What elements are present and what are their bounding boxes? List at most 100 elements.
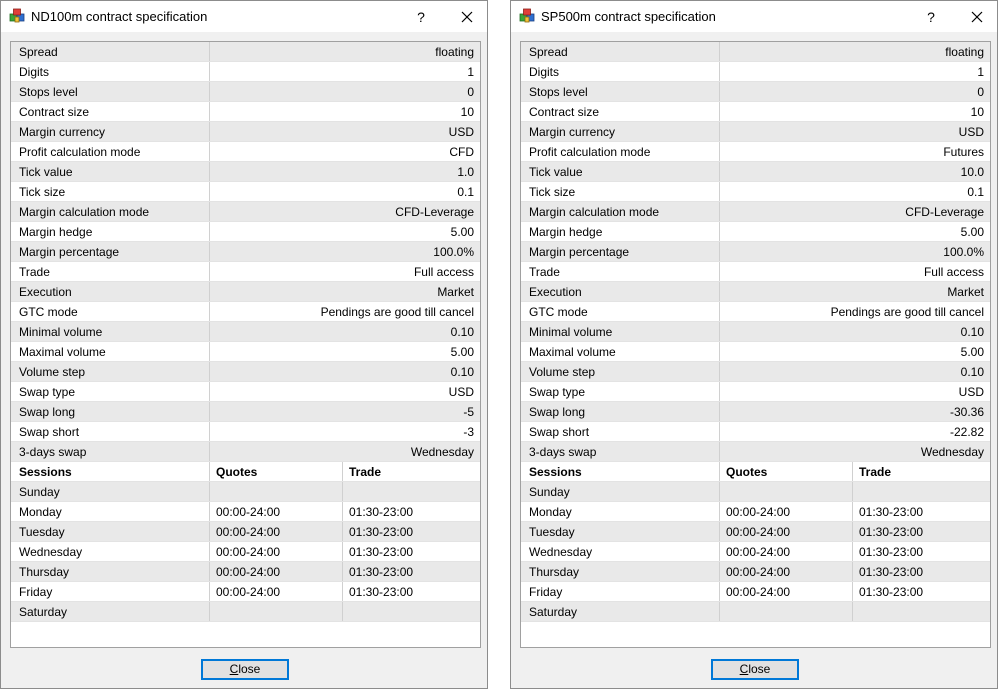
column-divider (209, 282, 210, 301)
property-row[interactable]: Spread floating (521, 42, 990, 62)
session-quotes: 00:00-24:00 (216, 545, 281, 559)
session-row[interactable]: Tuesday 00:00-24:00 01:30-23:00 (11, 522, 480, 542)
specification-table[interactable]: Spread floating Digits 1 Stops level 0 Contrac… (10, 41, 481, 648)
property-row[interactable]: Volume step 0.10 (521, 362, 990, 382)
session-row[interactable]: Tuesday 00:00-24:00 01:30-23:00 (521, 522, 990, 542)
session-day: Friday (19, 585, 53, 599)
window-close-button[interactable] (447, 4, 487, 30)
session-row[interactable]: Friday 00:00-24:00 01:30-23:00 (521, 582, 990, 602)
session-row[interactable]: Wednesday 00:00-24:00 01:30-23:00 (521, 542, 990, 562)
property-row[interactable]: Trade Full access (11, 262, 480, 282)
property-row[interactable]: Stops level 0 (521, 82, 990, 102)
property-row[interactable]: 3-days swap Wednesday (11, 442, 480, 462)
property-name: Tick value (19, 165, 73, 179)
property-row[interactable]: Swap short -22.82 (521, 422, 990, 442)
property-row[interactable]: Contract size 10 (11, 102, 480, 122)
property-row[interactable]: Margin currency USD (11, 122, 480, 142)
property-row[interactable]: Margin calculation mode CFD-Leverage (11, 202, 480, 222)
property-row[interactable]: Digits 1 (11, 62, 480, 82)
title-bar[interactable]: SP500m contract specification ? (511, 1, 997, 32)
column-divider (719, 402, 720, 421)
property-value: Wednesday (920, 445, 984, 459)
property-row[interactable]: Margin calculation mode CFD-Leverage (521, 202, 990, 222)
close-icon (971, 11, 983, 23)
property-row[interactable]: Margin percentage 100.0% (11, 242, 480, 262)
property-row[interactable]: Swap long -30.36 (521, 402, 990, 422)
property-name: Volume step (529, 365, 596, 379)
property-value: 0 (467, 85, 474, 99)
property-row[interactable]: Margin currency USD (521, 122, 990, 142)
session-trade: 01:30-23:00 (859, 525, 924, 539)
property-row[interactable]: Maximal volume 5.00 (11, 342, 480, 362)
session-day: Wednesday (529, 545, 593, 559)
property-row[interactable]: Stops level 0 (11, 82, 480, 102)
property-row[interactable]: Tick size 0.1 (11, 182, 480, 202)
session-quotes: 00:00-24:00 (726, 565, 791, 579)
session-row[interactable]: Saturday (11, 602, 480, 622)
property-row[interactable]: Maximal volume 5.00 (521, 342, 990, 362)
property-row[interactable]: Tick value 10.0 (521, 162, 990, 182)
window-close-button[interactable] (957, 4, 997, 30)
session-day: Saturday (529, 605, 578, 619)
property-value: 100.0% (433, 245, 474, 259)
property-value: 10.0 (960, 165, 984, 179)
session-row[interactable]: Saturday (521, 602, 990, 622)
column-divider (209, 62, 210, 81)
property-row[interactable]: Minimal volume 0.10 (521, 322, 990, 342)
session-row[interactable]: Wednesday 00:00-24:00 01:30-23:00 (11, 542, 480, 562)
property-row[interactable]: Swap type USD (11, 382, 480, 402)
property-name: Profit calculation mode (529, 145, 651, 159)
close-button[interactable]: Close (201, 659, 289, 680)
property-row[interactable]: Margin hedge 5.00 (11, 222, 480, 242)
session-quotes: 00:00-24:00 (216, 565, 281, 579)
session-trade: 01:30-23:00 (349, 505, 414, 519)
session-row[interactable]: Sunday (11, 482, 480, 502)
property-row[interactable]: Tick value 1.0 (11, 162, 480, 182)
property-value: Wednesday (410, 445, 474, 459)
property-row[interactable]: Contract size 10 (521, 102, 990, 122)
specification-table[interactable]: Spread floating Digits 1 Stops level 0 Contrac… (520, 41, 991, 648)
property-row[interactable]: Execution Market (521, 282, 990, 302)
property-row[interactable]: Minimal volume 0.10 (11, 322, 480, 342)
property-name: Swap short (19, 425, 80, 439)
session-row[interactable]: Thursday 00:00-24:00 01:30-23:00 (521, 562, 990, 582)
property-row[interactable]: Execution Market (11, 282, 480, 302)
session-trade: 01:30-23:00 (349, 545, 414, 559)
property-row[interactable]: Swap type USD (521, 382, 990, 402)
property-name: Contract size (529, 105, 600, 119)
property-value: Pendings are good till cancel (830, 305, 984, 319)
property-row[interactable]: Margin hedge 5.00 (521, 222, 990, 242)
property-row[interactable]: Margin percentage 100.0% (521, 242, 990, 262)
property-value: CFD-Leverage (905, 205, 984, 219)
property-value: 0.10 (450, 325, 474, 339)
help-button[interactable]: ? (401, 4, 441, 30)
column-divider (342, 582, 343, 601)
property-row[interactable]: GTC mode Pendings are good till cancel (11, 302, 480, 322)
column-divider (719, 382, 720, 401)
property-row[interactable]: Swap short -3 (11, 422, 480, 442)
property-row[interactable]: Tick size 0.1 (521, 182, 990, 202)
session-row[interactable]: Monday 00:00-24:00 01:30-23:00 (11, 502, 480, 522)
property-name: Execution (19, 285, 72, 299)
property-row[interactable]: Digits 1 (521, 62, 990, 82)
property-value: floating (945, 45, 984, 59)
close-button[interactable]: Close (711, 659, 799, 680)
property-row[interactable]: GTC mode Pendings are good till cancel (521, 302, 990, 322)
session-trade: 01:30-23:00 (349, 525, 414, 539)
help-button[interactable]: ? (911, 4, 951, 30)
session-row[interactable]: Friday 00:00-24:00 01:30-23:00 (11, 582, 480, 602)
property-row[interactable]: Profit calculation mode CFD (11, 142, 480, 162)
column-divider (719, 422, 720, 441)
session-row[interactable]: Monday 00:00-24:00 01:30-23:00 (521, 502, 990, 522)
property-row[interactable]: 3-days swap Wednesday (521, 442, 990, 462)
title-bar[interactable]: ND100m contract specification ? (1, 1, 487, 32)
session-row[interactable]: Thursday 00:00-24:00 01:30-23:00 (11, 562, 480, 582)
property-row[interactable]: Profit calculation mode Futures (521, 142, 990, 162)
quotes-column-header: Quotes (726, 465, 768, 479)
property-row[interactable]: Trade Full access (521, 262, 990, 282)
column-divider (719, 62, 720, 81)
property-row[interactable]: Volume step 0.10 (11, 362, 480, 382)
session-row[interactable]: Sunday (521, 482, 990, 502)
property-row[interactable]: Spread floating (11, 42, 480, 62)
property-row[interactable]: Swap long -5 (11, 402, 480, 422)
